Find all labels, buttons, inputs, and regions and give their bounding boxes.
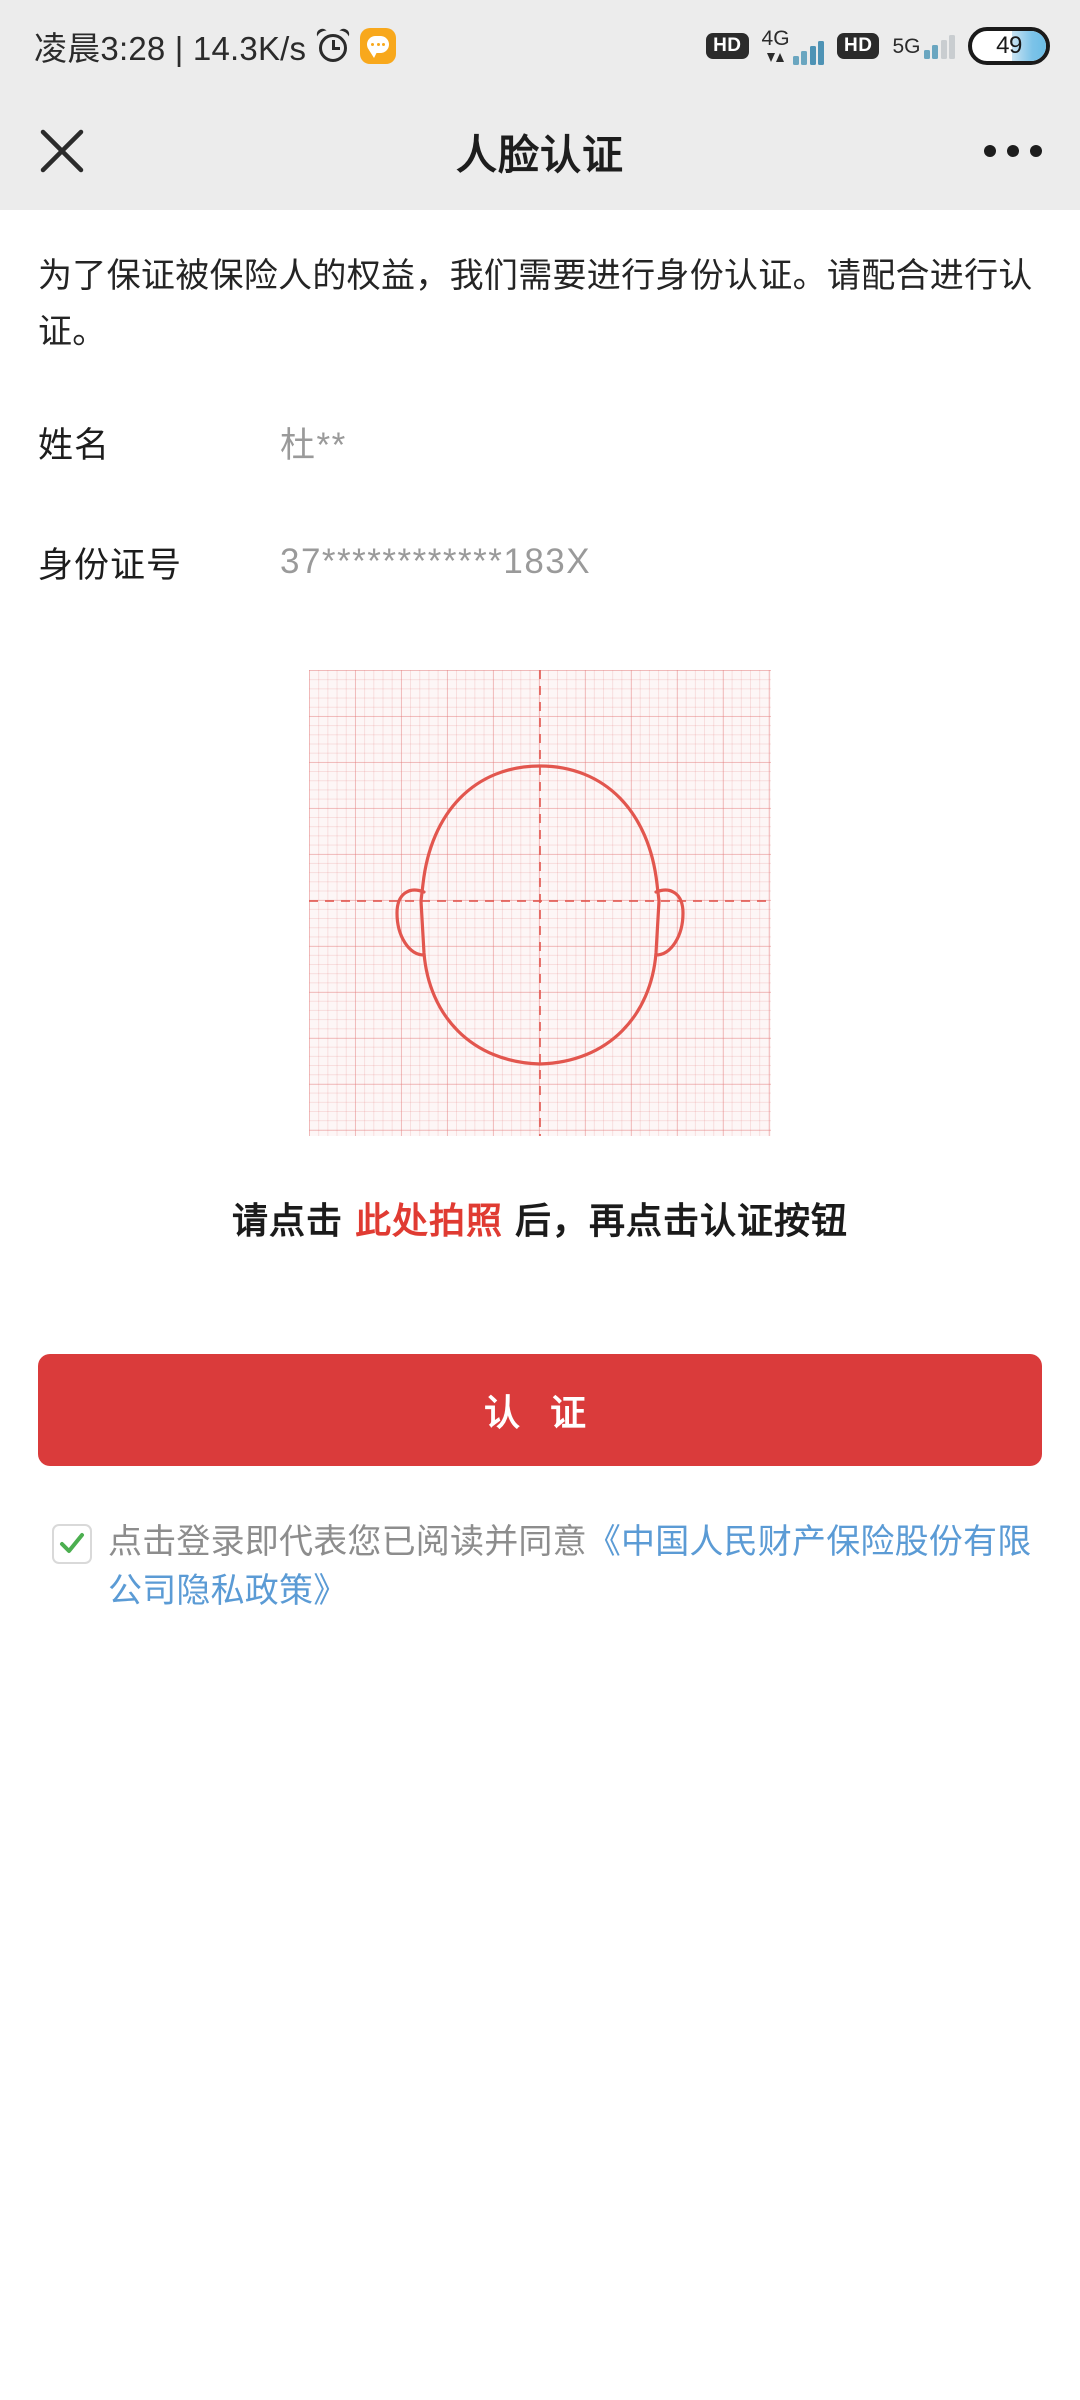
app-header: 人脸认证: [0, 92, 1080, 210]
signal-group-1: 4G: [762, 28, 825, 65]
id-field-value: 37************183X: [280, 542, 592, 582]
alarm-clock-icon: [314, 26, 352, 63]
id-field-label: 身份证号: [38, 545, 183, 585]
hint-suffix: 后，再点击认证按钮: [515, 1200, 849, 1242]
capture-hint: 请点击 此处拍照 后，再点击认证按钮: [0, 1192, 1080, 1244]
page-content: 为了保证被保险人的权益，我们需要进行身份认证。请配合进行认证。 姓名 杜** 身…: [0, 210, 1080, 1617]
battery-level-label: 49: [996, 32, 1022, 59]
hint-highlight[interactable]: 此处拍照: [355, 1200, 503, 1241]
hd-badge-icon-2: HD: [837, 33, 880, 59]
field-row-id: 身份证号 37************183X: [38, 532, 1042, 592]
signal-bars-icon-2: [923, 33, 955, 59]
hd-badge-icon-1: HD: [706, 33, 749, 59]
verify-button[interactable]: 认 证: [38, 1354, 1042, 1467]
agreement-row: 点击登录即代表您已阅读并同意《中国人民财产保险股份有限公司隐私政策》: [52, 1518, 1036, 1617]
agreement-prefix: 点击登录即代表您已阅读并同意: [108, 1523, 587, 1562]
status-clock: 凌晨3:28 | 14.3K/s: [34, 30, 307, 67]
data-transfer-icon: [767, 51, 785, 65]
agreement-checkbox[interactable]: [52, 1524, 92, 1565]
check-icon: [60, 1533, 84, 1554]
field-row-name: 姓名 杜**: [38, 412, 1042, 472]
more-options-icon[interactable]: [980, 133, 1046, 169]
face-capture-area[interactable]: [309, 670, 771, 1137]
signal-group-2: 5G: [892, 33, 955, 59]
agreement-text: 点击登录即代表您已阅读并同意《中国人民财产保险股份有限公司隐私政策》: [108, 1518, 1036, 1617]
status-bar-left: 凌晨3:28 | 14.3K/s: [34, 22, 397, 70]
battery-icon: 49: [968, 27, 1050, 65]
close-icon[interactable]: [34, 123, 90, 179]
name-field-label: 姓名: [38, 425, 111, 465]
message-bubble-icon: [360, 28, 397, 64]
name-field-value: 杜**: [280, 425, 347, 465]
face-outline-icon: [309, 670, 771, 1137]
status-bar: 凌晨3:28 | 14.3K/s HD 4G HD 5G 49: [0, 0, 1080, 92]
status-bar-right: HD 4G HD 5G 49: [706, 27, 1050, 65]
intro-description: 为了保证被保险人的权益，我们需要进行身份认证。请配合进行认证。: [38, 257, 1033, 352]
page-title: 人脸认证: [456, 132, 624, 178]
phone-screen: 凌晨3:28 | 14.3K/s HD 4G HD 5G 49 人脸认证 为了保…: [0, 0, 1080, 2400]
network-type-label-2: 5G: [892, 35, 921, 58]
signal-bars-icon-1: [792, 39, 825, 65]
network-type-label-1: 4G: [761, 26, 790, 50]
hint-prefix: 请点击: [231, 1200, 343, 1242]
